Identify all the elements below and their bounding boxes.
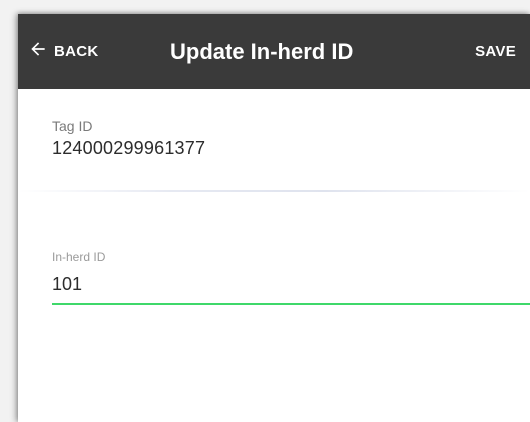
divider (18, 190, 530, 192)
save-button[interactable]: SAVE (475, 14, 516, 89)
back-label: BACK (54, 43, 99, 60)
inherd-id-label: In-herd ID (52, 250, 106, 264)
tag-id-value: 124000299961377 (52, 138, 206, 158)
page-title: Update In-herd ID (170, 38, 354, 64)
inherd-id-input[interactable] (52, 274, 530, 305)
screenshot-frame: BACK Update In-herd ID SAVE Tag ID 12400… (0, 0, 530, 422)
inherd-id-field: In-herd ID (52, 250, 530, 305)
app-screen: BACK Update In-herd ID SAVE Tag ID 12400… (18, 14, 530, 422)
back-button[interactable]: BACK (28, 14, 99, 89)
app-bar: BACK Update In-herd ID SAVE (18, 14, 530, 89)
tag-id-field: Tag ID 124000299961377 (52, 118, 205, 159)
arrow-left-icon (28, 39, 48, 64)
tag-id-label: Tag ID (52, 118, 93, 134)
